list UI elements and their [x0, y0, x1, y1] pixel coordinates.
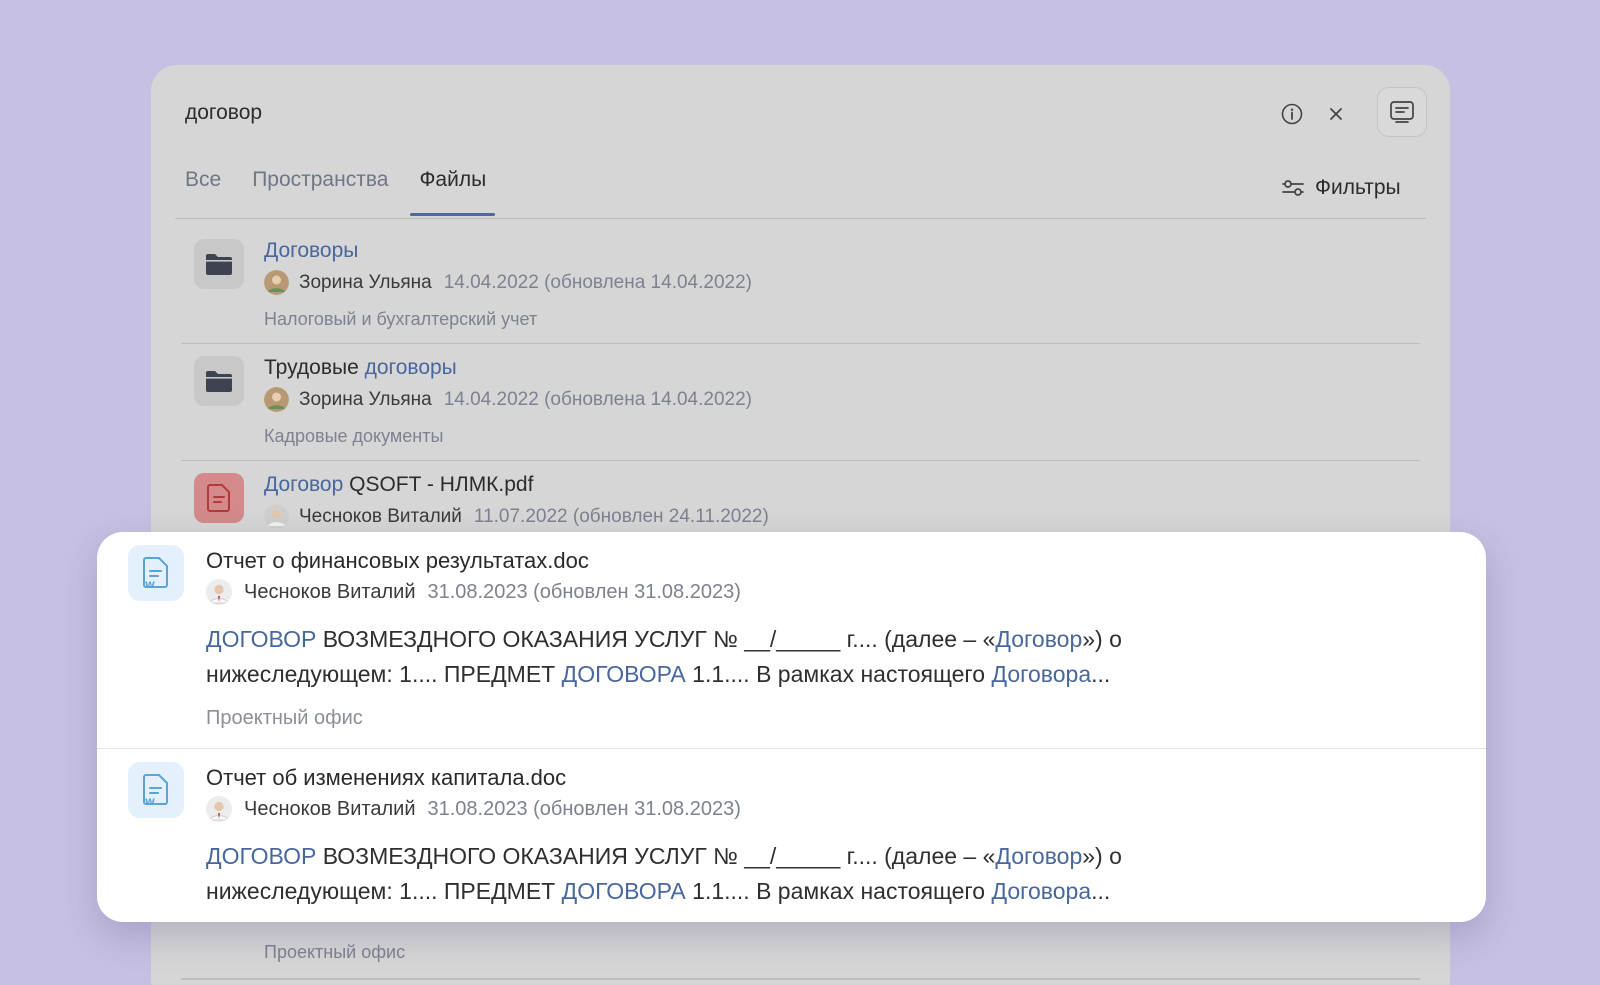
author-name: Чесноков Виталий: [244, 797, 416, 820]
filters-button[interactable]: Фильтры: [1281, 176, 1401, 200]
svg-text:W: W: [145, 798, 155, 808]
snippet-highlight: Договора: [991, 661, 1092, 687]
tab-spaces[interactable]: Пространства: [252, 168, 388, 216]
avatar: [264, 504, 289, 529]
doc-meta: Чесноков Виталий 31.08.2023 (обновлен 31…: [206, 796, 741, 822]
folder-thumb: [194, 356, 244, 406]
folder-thumb: [194, 239, 244, 289]
snippet-highlight: Договор: [995, 843, 1083, 869]
filters-sliders-icon: [1282, 180, 1304, 196]
title-text: Трудовые: [264, 356, 365, 379]
space-name: Проектный офис: [264, 942, 406, 962]
pdf-thumb: [194, 473, 244, 523]
info-button[interactable]: [1279, 101, 1305, 127]
date-text: 11.07.2022 (обновлен 24.11.2022): [473, 505, 769, 527]
result-meta: Зорина Ульяна 14.04.2022 (обновлена 14.0…: [264, 387, 752, 412]
date-text: 31.08.2023 (обновлен 31.08.2023): [427, 580, 741, 603]
snippet-text: 1.1.... В рамках настоящего: [685, 661, 992, 687]
snippet-highlight: Договора: [991, 878, 1092, 904]
close-button[interactable]: [1323, 101, 1349, 127]
title-text: QSOFT - НЛМК.pdf: [343, 473, 534, 496]
snippet-text: ...: [1091, 661, 1111, 687]
doc-result-item[interactable]: W Отчет о финансовых результатах.doc Чес…: [97, 532, 1486, 749]
doc-thumb: W: [128, 545, 184, 601]
snippet-highlight: ДОГОВОРА: [561, 878, 686, 904]
avatar: [206, 579, 232, 605]
author-name: Чесноков Виталий: [244, 580, 416, 603]
word-doc-icon: W: [143, 557, 168, 591]
tabs: Все Пространства Файлы: [185, 168, 517, 216]
date-text: 14.04.2022 (обновлена 14.04.2022): [443, 388, 752, 410]
doc-meta: Чесноков Виталий 31.08.2023 (обновлен 31…: [206, 579, 741, 605]
doc-snippet: ДОГОВОР ВОЗМЕЗДНОГО ОКАЗАНИЯ УСЛУГ № __/…: [206, 839, 1306, 909]
folder-icon: [206, 254, 232, 275]
filters-label: Фильтры: [1315, 176, 1401, 199]
divider: [181, 978, 1420, 980]
doc-title[interactable]: Отчет об изменениях капитала.doc: [206, 765, 566, 791]
tabs-divider: [175, 218, 1426, 219]
result-title[interactable]: Договор QSOFT - НЛМК.pdf: [264, 473, 533, 497]
title-highlight: договоры: [364, 356, 457, 379]
snippet-text: 1.1.... В рамках настоящего: [685, 878, 992, 904]
snippet-text: ...: [1091, 878, 1111, 904]
date-text: 14.04.2022 (обновлена 14.04.2022): [443, 271, 752, 293]
side-panel-button[interactable]: [1377, 87, 1427, 137]
result-meta: Чесноков Виталий 11.07.2022 (обновлен 24…: [264, 504, 769, 529]
snippet-highlight: ДОГОВОРА: [561, 661, 686, 687]
doc-thumb: W: [128, 762, 184, 818]
author-name: Чесноков Виталий: [299, 505, 462, 527]
tab-all[interactable]: Все: [185, 168, 221, 216]
result-item[interactable]: Трудовые договоры Зорина Ульяна 14.04.20…: [181, 344, 1420, 461]
result-item[interactable]: Договоры Зорина Ульяна 14.04.2022 (обнов…: [181, 227, 1420, 344]
svg-text:W: W: [145, 581, 155, 591]
highlighted-results-card: W Отчет о финансовых результатах.doc Чес…: [97, 532, 1486, 922]
snippet-text: ВОЗМЕЗДНОГО ОКАЗАНИЯ УСЛУГ № __/_____ г.…: [316, 626, 996, 652]
author-name: Зорина Ульяна: [299, 388, 432, 410]
folder-icon: [206, 371, 232, 392]
snippet-highlight: ДОГОВОР: [206, 843, 317, 869]
snippet-highlight: Договор: [995, 626, 1083, 652]
snippet-text: ВОЗМЕЗДНОГО ОКАЗАНИЯ УСЛУГ № __/_____ г.…: [316, 843, 996, 869]
doc-title[interactable]: Отчет о финансовых результатах.doc: [206, 548, 589, 574]
tab-files[interactable]: Файлы: [410, 168, 495, 216]
doc-snippet: ДОГОВОР ВОЗМЕЗДНОГО ОКАЗАНИЯ УСЛУГ № __/…: [206, 622, 1306, 692]
result-title[interactable]: Договоры: [264, 239, 358, 263]
snippet-highlight: ДОГОВОР: [206, 626, 317, 652]
search-input[interactable]: договор: [185, 101, 262, 125]
pdf-file-icon: [207, 484, 230, 512]
date-text: 31.08.2023 (обновлен 31.08.2023): [427, 797, 741, 820]
title-highlight: Договоры: [264, 239, 359, 262]
word-doc-icon: W: [143, 774, 168, 808]
avatar: [206, 796, 232, 822]
space-name: Налоговый и бухгалтерский учет: [264, 309, 538, 329]
avatar: [264, 387, 289, 412]
author-name: Зорина Ульяна: [299, 271, 432, 293]
title-highlight: Договор: [264, 473, 344, 496]
result-meta: Зорина Ульяна 14.04.2022 (обновлена 14.0…: [264, 270, 752, 295]
space-name: Проектный офис: [206, 707, 363, 729]
side-panel-icon: [1390, 101, 1414, 123]
close-icon: [1330, 108, 1342, 120]
info-circle-icon: [1281, 103, 1303, 125]
result-title[interactable]: Трудовые договоры: [264, 356, 457, 380]
avatar: [264, 270, 289, 295]
doc-result-item[interactable]: W Отчет об изменениях капитала.doc Чесно…: [97, 749, 1486, 922]
space-name: Кадровые документы: [264, 426, 444, 446]
